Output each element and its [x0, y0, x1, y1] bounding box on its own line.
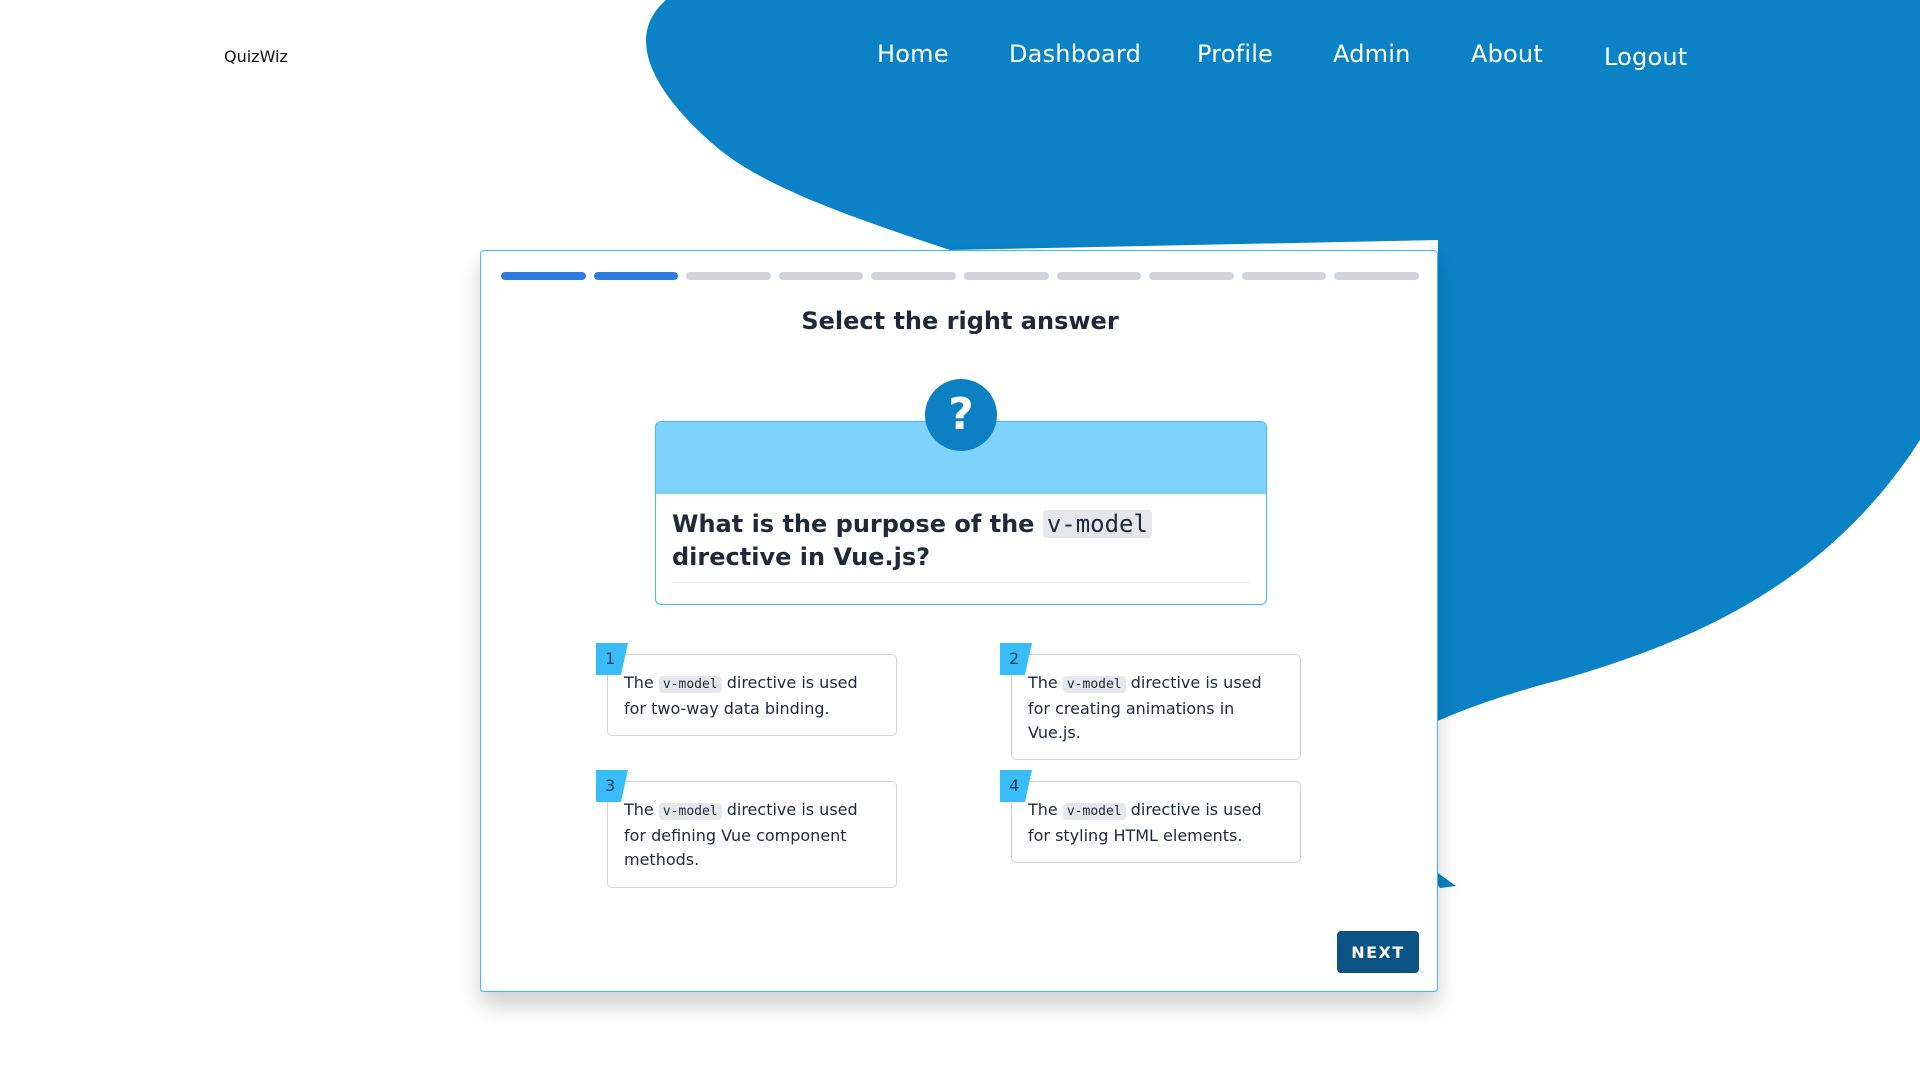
nav-about[interactable]: About	[1471, 40, 1543, 68]
page: QuizWiz Home Dashboard Profile Admin Abo…	[0, 0, 1920, 1080]
progress-segment	[1241, 272, 1327, 280]
nav-profile[interactable]: Profile	[1197, 40, 1273, 68]
option-text: The v-model directive is used for two-wa…	[624, 673, 858, 718]
question-divider	[672, 582, 1250, 583]
progress-segment	[501, 272, 586, 280]
option-code: v-model	[658, 803, 722, 820]
nav-home[interactable]: Home	[877, 40, 949, 68]
question-text: What is the purpose of the v-model direc…	[672, 508, 1248, 574]
next-button[interactable]: NEXT	[1337, 931, 1419, 973]
answer-option-1[interactable]: 1 The v-model directive is used for two-…	[596, 643, 897, 736]
answer-option-2[interactable]: 2 The v-model directive is used for crea…	[1000, 643, 1301, 760]
nav-dashboard[interactable]: Dashboard	[1009, 40, 1141, 68]
progress-segment	[593, 272, 679, 280]
progress-segment	[1056, 272, 1142, 280]
quiz-progress-bar	[501, 272, 1419, 280]
quiz-instruction-title: Select the right answer	[801, 307, 1119, 335]
option-text: The v-model directive is used for defini…	[624, 800, 858, 869]
option-text: The v-model directive is used for creati…	[1028, 673, 1262, 742]
quiz-card: Select the right answer ? What is the pu…	[480, 250, 1438, 992]
progress-segment	[1334, 272, 1419, 280]
option-code: v-model	[1062, 803, 1126, 820]
option-code: v-model	[658, 676, 722, 693]
nav-logout[interactable]: Logout	[1604, 43, 1687, 71]
progress-segment	[963, 272, 1049, 280]
progress-segment	[871, 272, 956, 280]
nav-admin[interactable]: Admin	[1333, 40, 1411, 68]
main-nav: Home Dashboard Profile Admin About Logou…	[0, 40, 1920, 76]
option-text: The v-model directive is used for stylin…	[1028, 800, 1262, 845]
question-mark-icon: ?	[925, 379, 997, 451]
progress-segment	[686, 272, 771, 280]
progress-segment	[778, 272, 864, 280]
answer-option-4[interactable]: 4 The v-model directive is used for styl…	[1000, 770, 1301, 863]
option-code: v-model	[1062, 676, 1126, 693]
question-code: v-model	[1042, 510, 1152, 538]
answer-option-3[interactable]: 3 The v-model directive is used for defi…	[596, 770, 897, 888]
progress-segment	[1149, 272, 1234, 280]
